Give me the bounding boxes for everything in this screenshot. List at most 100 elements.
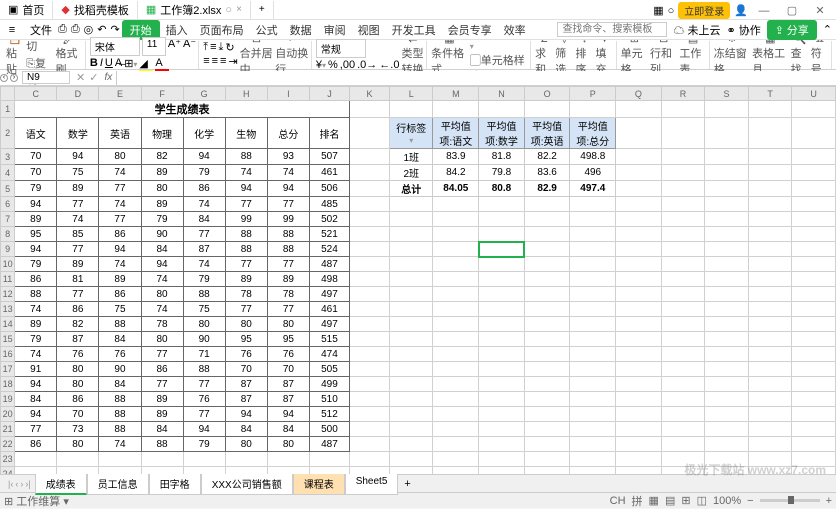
row-header[interactable]: 19 bbox=[1, 392, 15, 407]
align-bottom-icon[interactable]: ⤓ bbox=[218, 41, 223, 54]
data-cell[interactable]: 79 bbox=[141, 212, 183, 227]
data-cell[interactable]: 78 bbox=[225, 287, 267, 302]
data-cell[interactable]: 74 bbox=[141, 272, 183, 287]
sheet-tab[interactable]: 课程表 bbox=[293, 473, 345, 495]
find-button[interactable]: 🔍查找 bbox=[791, 44, 809, 66]
data-cell[interactable]: 487 bbox=[309, 437, 349, 452]
cell[interactable] bbox=[792, 287, 836, 302]
cell[interactable] bbox=[57, 467, 99, 475]
data-cell[interactable]: 487 bbox=[309, 257, 349, 272]
cell[interactable] bbox=[748, 287, 792, 302]
data-cell[interactable]: 86 bbox=[57, 392, 99, 407]
cell[interactable] bbox=[661, 197, 705, 212]
data-cell[interactable]: 89 bbox=[267, 272, 309, 287]
col-header[interactable]: L bbox=[389, 87, 433, 101]
tab-templates[interactable]: ◆ 找稻壳模板 bbox=[53, 1, 137, 19]
cell[interactable] bbox=[524, 242, 570, 257]
cloud-status[interactable]: ☁ 未上云 bbox=[673, 22, 720, 38]
data-cell[interactable]: 70 bbox=[15, 165, 57, 181]
cell[interactable] bbox=[349, 181, 389, 197]
header-cell[interactable]: 语文 bbox=[15, 118, 57, 149]
data-cell[interactable]: 88 bbox=[15, 287, 57, 302]
cell[interactable] bbox=[705, 392, 749, 407]
cell[interactable] bbox=[349, 242, 389, 257]
cell[interactable] bbox=[705, 227, 749, 242]
data-cell[interactable]: 79 bbox=[15, 181, 57, 197]
data-cell[interactable]: 87 bbox=[225, 392, 267, 407]
cell[interactable] bbox=[389, 452, 433, 467]
data-cell[interactable]: 71 bbox=[183, 347, 225, 362]
cell[interactable] bbox=[570, 347, 616, 362]
cell[interactable] bbox=[616, 407, 662, 422]
cell[interactable] bbox=[524, 302, 570, 317]
cell[interactable] bbox=[349, 392, 389, 407]
pivot-cell[interactable]: 498.8 bbox=[570, 149, 616, 165]
align-center-icon[interactable]: ≡ bbox=[212, 55, 218, 68]
data-cell[interactable]: 94 bbox=[15, 197, 57, 212]
cell[interactable] bbox=[792, 101, 836, 118]
merge-button[interactable]: ⊟合并居中 bbox=[240, 44, 274, 66]
cell[interactable] bbox=[748, 181, 792, 197]
col-header[interactable]: T bbox=[748, 87, 792, 101]
cell[interactable] bbox=[349, 101, 389, 118]
cell[interactable] bbox=[661, 347, 705, 362]
new-tab-button[interactable]: + bbox=[251, 1, 274, 19]
cell[interactable] bbox=[661, 212, 705, 227]
data-cell[interactable]: 88 bbox=[141, 437, 183, 452]
cell[interactable] bbox=[661, 317, 705, 332]
menu-review[interactable]: 审阅 bbox=[318, 22, 352, 38]
data-cell[interactable]: 77 bbox=[225, 257, 267, 272]
cell[interactable] bbox=[524, 212, 570, 227]
data-cell[interactable]: 74 bbox=[183, 197, 225, 212]
cell[interactable] bbox=[661, 227, 705, 242]
cell[interactable] bbox=[15, 467, 57, 475]
data-cell[interactable]: 94 bbox=[15, 242, 57, 257]
table-title[interactable]: 学生成绩表 bbox=[15, 101, 350, 118]
pivot-total-cell[interactable]: 84.05 bbox=[433, 181, 479, 197]
cell[interactable] bbox=[479, 227, 525, 242]
cell[interactable] bbox=[570, 422, 616, 437]
cell[interactable] bbox=[570, 257, 616, 272]
cell[interactable] bbox=[479, 332, 525, 347]
data-cell[interactable]: 89 bbox=[99, 272, 141, 287]
col-header[interactable]: C bbox=[15, 87, 57, 101]
rowcol-button[interactable]: ⊟行和列 bbox=[650, 44, 677, 66]
cell[interactable] bbox=[267, 467, 309, 475]
cell[interactable] bbox=[661, 118, 705, 149]
view-read-icon[interactable]: ◫ bbox=[697, 494, 707, 507]
pivot-header[interactable]: 平均值项:数学 bbox=[479, 118, 525, 149]
cond-format-button[interactable]: ▦条件格式 bbox=[431, 44, 468, 66]
cell[interactable] bbox=[661, 422, 705, 437]
cell[interactable] bbox=[349, 362, 389, 377]
data-cell[interactable]: 77 bbox=[183, 227, 225, 242]
data-cell[interactable]: 74 bbox=[99, 257, 141, 272]
cell[interactable] bbox=[524, 101, 570, 118]
data-cell[interactable]: 79 bbox=[15, 332, 57, 347]
header-cell[interactable]: 排名 bbox=[309, 118, 349, 149]
cell[interactable] bbox=[433, 452, 479, 467]
cell[interactable] bbox=[705, 332, 749, 347]
data-cell[interactable]: 86 bbox=[57, 302, 99, 317]
data-cell[interactable]: 512 bbox=[309, 407, 349, 422]
cell[interactable] bbox=[570, 392, 616, 407]
pivot-total-cell[interactable]: 80.8 bbox=[479, 181, 525, 197]
data-cell[interactable]: 485 bbox=[309, 197, 349, 212]
cell[interactable] bbox=[616, 149, 662, 165]
col-header[interactable]: G bbox=[183, 87, 225, 101]
data-cell[interactable]: 88 bbox=[99, 407, 141, 422]
data-cell[interactable]: 85 bbox=[57, 227, 99, 242]
data-cell[interactable]: 86 bbox=[141, 362, 183, 377]
format-painter-button[interactable]: 🖌格式刷 bbox=[56, 44, 83, 66]
cell[interactable] bbox=[616, 467, 662, 475]
data-cell[interactable]: 75 bbox=[99, 302, 141, 317]
data-cell[interactable]: 88 bbox=[99, 392, 141, 407]
cell[interactable] bbox=[616, 317, 662, 332]
data-cell[interactable]: 94 bbox=[225, 181, 267, 197]
cell[interactable] bbox=[748, 212, 792, 227]
cell[interactable] bbox=[616, 165, 662, 181]
col-header[interactable]: I bbox=[267, 87, 309, 101]
data-cell[interactable]: 89 bbox=[141, 165, 183, 181]
cell[interactable] bbox=[433, 272, 479, 287]
data-cell[interactable]: 77 bbox=[57, 287, 99, 302]
cell[interactable] bbox=[524, 467, 570, 475]
